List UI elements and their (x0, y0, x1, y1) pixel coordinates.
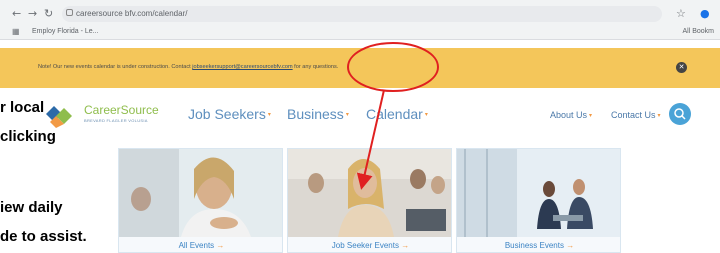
nav-contact-label: Contact Us (611, 110, 656, 120)
overlay-text-line-2: clicking (0, 128, 56, 145)
event-card-job-seeker[interactable]: Job Seeker Events → (287, 148, 452, 253)
card-label-text: Job Seeker Events (331, 241, 399, 250)
search-button[interactable] (669, 103, 691, 125)
arrow-right-icon: → (216, 241, 225, 250)
card-label-job-seeker[interactable]: Job Seeker Events → (288, 241, 451, 251)
browser-chrome: ← → ↻ careersource bfv.com/calendar/ ☆ ●… (0, 0, 720, 40)
overlay-text-line-4: de to assist. (0, 228, 87, 245)
profile-icon[interactable]: ● (700, 6, 710, 22)
arrow-right-icon: → (566, 241, 575, 250)
card-label-text: Business Events (504, 241, 564, 250)
bookmarks-bar: ▦ Employ Florida - Le... All Bookm (0, 26, 720, 38)
chevron-down-icon: ▾ (589, 112, 593, 119)
url-text: careersource bfv.com/calendar/ (76, 9, 188, 18)
card-label-business[interactable]: Business Events → (457, 241, 620, 251)
nav-job-seekers-label: Job Seekers (188, 106, 266, 122)
nav-about-label: About Us (550, 110, 588, 120)
site-info-icon[interactable] (66, 9, 73, 16)
nav-job-seekers[interactable]: Job Seekers ▾ (188, 105, 271, 124)
nav-calendar-label: Calendar (366, 106, 423, 122)
logo-icon[interactable] (46, 104, 80, 128)
chevron-down-icon: ▾ (345, 112, 349, 119)
notice-banner: Note! Our new events calendar is under c… (0, 48, 720, 88)
logo-name[interactable]: CareerSource (84, 103, 159, 117)
close-icon[interactable]: ✕ (676, 62, 687, 73)
nav-business[interactable]: Business ▾ (287, 105, 349, 124)
card-label-all[interactable]: All Events → (119, 241, 282, 251)
banner-text-after: for any questions. (292, 64, 339, 70)
support-email-link[interactable]: jobseekersupport@careersourcebfv.com (192, 64, 292, 70)
back-icon[interactable]: ← (12, 6, 21, 22)
all-bookmarks[interactable]: All Bookm (682, 26, 714, 38)
overlay-text-line-3: iew daily (0, 199, 63, 216)
chevron-down-icon: ▾ (267, 112, 271, 119)
nav-about[interactable]: About Us ▾ (550, 109, 592, 122)
star-icon[interactable]: ☆ (676, 6, 686, 22)
nav-contact[interactable]: Contact Us ▾ (611, 109, 661, 122)
event-card-business[interactable]: Business Events → (456, 148, 621, 253)
event-card-all[interactable]: All Events → (118, 148, 283, 253)
nav-business-label: Business (287, 106, 344, 122)
reload-icon[interactable]: ↻ (44, 6, 53, 22)
overlay-text-line-1: r local (0, 99, 45, 116)
nav-calendar[interactable]: Calendar ▾ (366, 105, 428, 124)
card-image-business (457, 149, 620, 237)
apps-icon[interactable]: ▦ (12, 27, 20, 36)
bookmark-employ-florida[interactable]: Employ Florida - Le... (32, 26, 99, 38)
search-icon (674, 108, 686, 120)
chevron-down-icon: ▾ (657, 112, 661, 119)
card-image-all (119, 149, 282, 237)
arrow-right-icon: → (401, 241, 410, 250)
browser-toolbar: ← → ↻ careersource bfv.com/calendar/ ☆ ● (0, 6, 720, 22)
logo-subtitle: BREVARD FLAGLER VOLUSIA (84, 118, 148, 123)
card-label-text: All Events (178, 241, 215, 250)
card-image-job-seeker (288, 149, 451, 237)
banner-message: Note! Our new events calendar is under c… (38, 62, 338, 72)
address-bar[interactable]: careersource bfv.com/calendar/ (62, 6, 662, 22)
forward-icon[interactable]: → (28, 6, 37, 22)
chevron-down-icon: ▾ (424, 112, 428, 119)
banner-text-before: Note! Our new events calendar is under c… (38, 64, 193, 70)
